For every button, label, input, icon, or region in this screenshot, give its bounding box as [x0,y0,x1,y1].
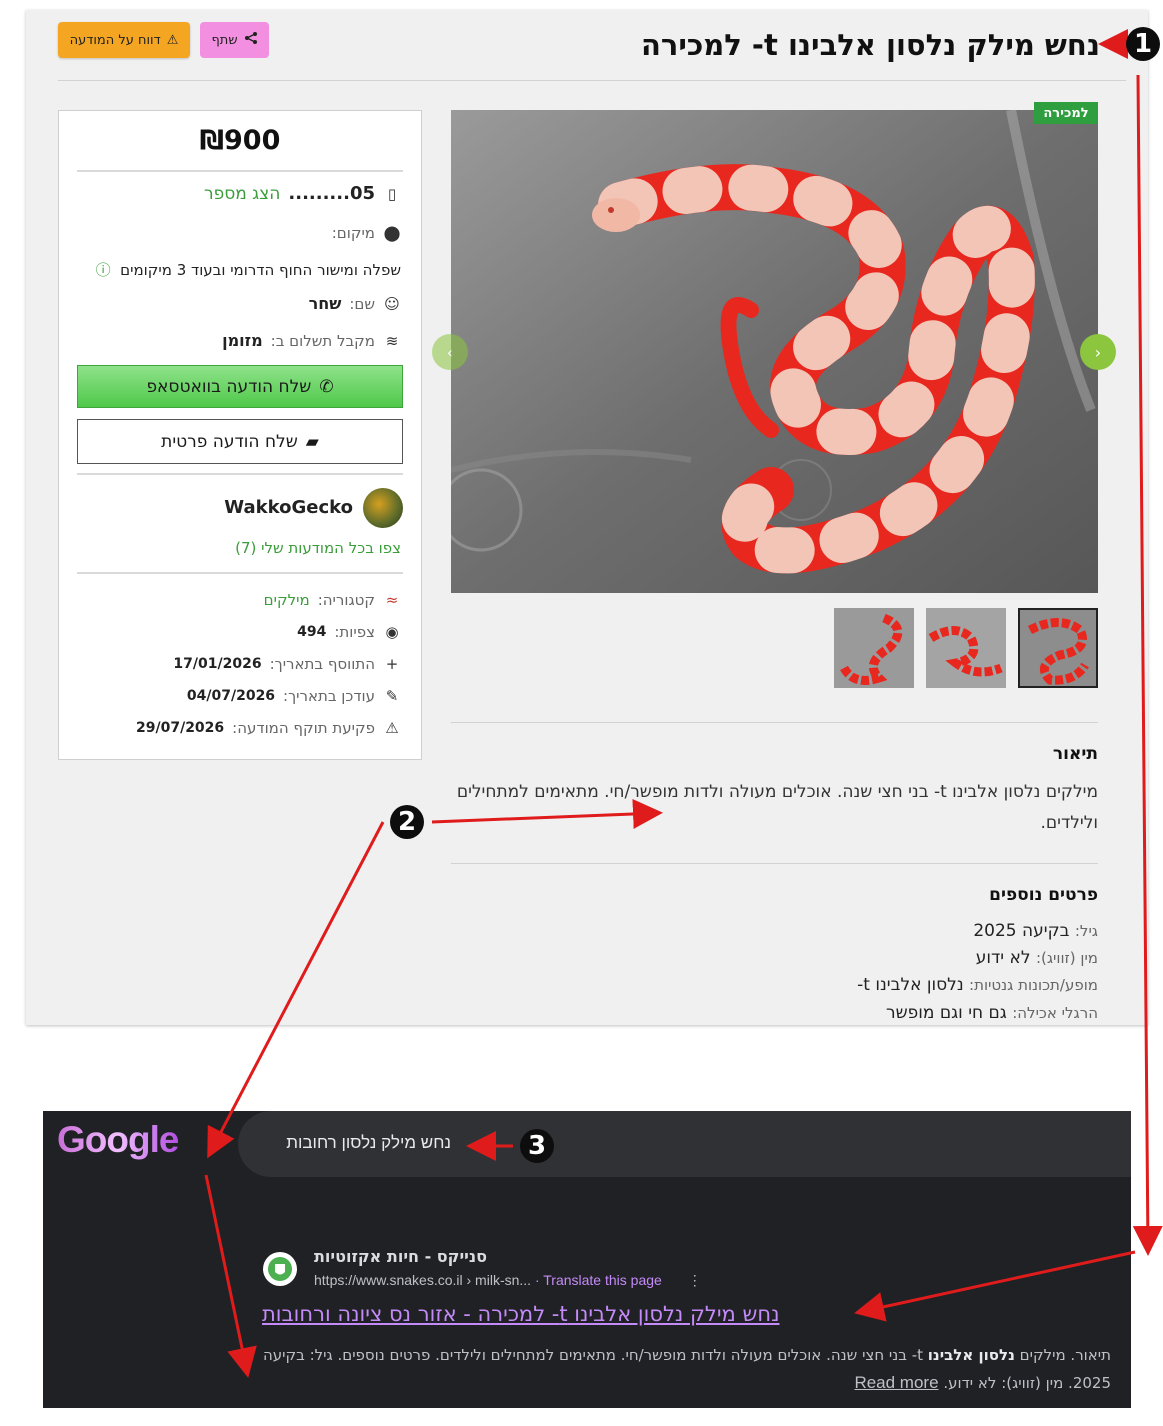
arrow-to-result-title [854,1250,1136,1322]
arrow-description-to-google [207,821,385,1159]
annotation-arrows [204,29,1163,1378]
annotation-number-2: 2 [390,805,424,839]
arrow-to-description [431,798,663,829]
annotation-number-1: 1 [1126,27,1160,61]
annotation-number-3: 3 [520,1129,554,1163]
arrow-to-snippet [204,1174,257,1378]
arrow-title-to-result [1132,74,1163,1256]
